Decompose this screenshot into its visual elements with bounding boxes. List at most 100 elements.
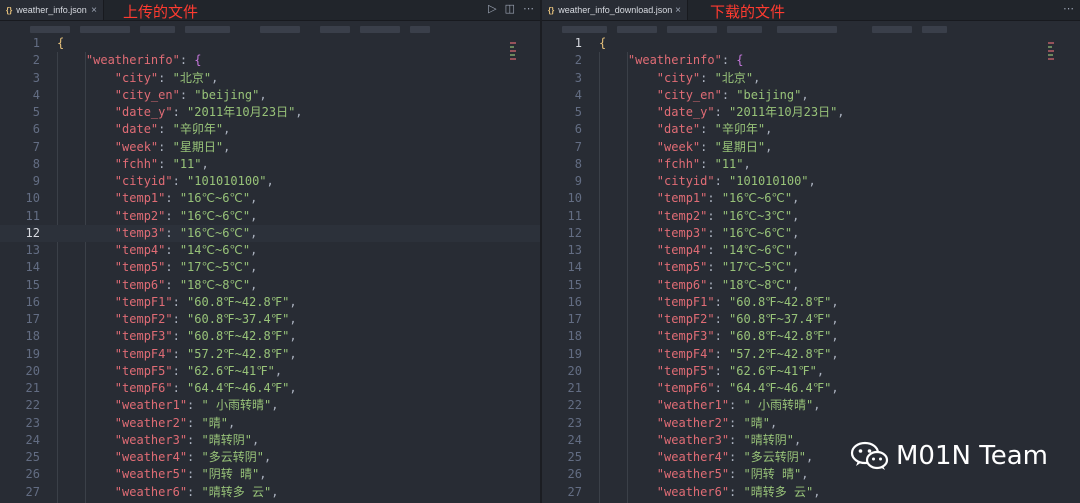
code-line[interactable]: 5 "date_y": "2011年10月23日", [0, 104, 540, 121]
code-line[interactable]: 13 "temp4": "14℃~6℃", [0, 242, 540, 259]
code-line[interactable]: 8 "fchh": "11", [542, 156, 1080, 173]
code-line[interactable]: 21 "tempF6": "64.4℉~46.4℉", [542, 380, 1080, 397]
json-value: "60.8℉~42.8℉" [729, 294, 832, 309]
code-line[interactable]: 2 "weatherinfo": { [0, 52, 540, 69]
code-line[interactable]: 9 "cityid": "101010100", [542, 173, 1080, 190]
code-line[interactable]: 4 "city_en": "beijing", [542, 87, 1080, 104]
code-line[interactable]: 14 "temp5": "17℃~5℃", [0, 259, 540, 276]
code-line[interactable]: 5 "date_y": "2011年10月23日", [542, 104, 1080, 121]
code-line[interactable]: 1{ [542, 35, 1080, 52]
tab-weather-info-download-json[interactable]: {} weather_info_download.json × [542, 0, 688, 20]
close-icon[interactable]: × [675, 5, 681, 16]
json-key: "temp3" [114, 225, 166, 240]
code-line[interactable]: 19 "tempF4": "57.2℉~42.8℉", [542, 346, 1080, 363]
code-line[interactable]: 27 "weather6": "晴转多 云", [0, 484, 540, 501]
code-line[interactable]: 20 "tempF5": "62.6℉~41℉", [542, 363, 1080, 380]
code-line[interactable]: 18 "tempF3": "60.8℉~42.8℉", [0, 328, 540, 345]
code-editor[interactable]: 1{2 "weatherinfo": {3 "city": "北京", 4 "ci… [0, 35, 540, 503]
code-line[interactable]: 7 "week": "星期日", [0, 139, 540, 156]
code-line[interactable]: 8 "fchh": "11", [0, 156, 540, 173]
code-line[interactable]: 10 "temp1": "16℃~6℃", [542, 190, 1080, 207]
json-value: "beijing" [736, 87, 802, 102]
line-number: 13 [567, 243, 582, 257]
json-key: "week" [114, 139, 159, 154]
json-key: "fchh" [114, 156, 159, 171]
json-key: "weather4" [656, 450, 730, 464]
line-number: 1 [574, 36, 582, 50]
tab-bar: {} weather_info_download.json × 下载的文件 ⋯ [542, 0, 1080, 21]
code-line[interactable]: 1{ [0, 35, 540, 52]
line-number: 8 [32, 156, 40, 171]
line-number: 6 [574, 122, 582, 137]
more-actions-icon[interactable]: ⋯ [1063, 2, 1074, 15]
code-line[interactable]: 10 "temp1": "16℃~6℃", [0, 190, 540, 207]
code-line[interactable]: 3 "city": "北京", [0, 70, 540, 87]
code-line[interactable]: 6 "date": "辛卯年", [0, 121, 540, 138]
minimap[interactable] [510, 40, 518, 100]
code-line[interactable]: 22 "weather1": " 小雨转晴", [0, 397, 540, 414]
code-line[interactable]: 16 "tempF1": "60.8℉~42.8℉", [0, 294, 540, 311]
json-key: "city_en" [114, 87, 180, 102]
json-key: "tempF6" [656, 381, 715, 395]
line-number: 16 [567, 294, 582, 309]
split-editor-icon[interactable]: ◫ [505, 2, 515, 15]
code-line[interactable]: 12 "temp3": "16℃~6℃", [542, 225, 1080, 242]
code-line[interactable]: 7 "week": "星期日", [542, 139, 1080, 156]
code-line[interactable]: 15 "temp6": "18℃~8℃", [0, 277, 540, 294]
code-line[interactable]: 3 "city": "北京", [542, 70, 1080, 87]
tab-label: weather_info.json [16, 5, 87, 15]
code-line[interactable]: 17 "tempF2": "60.8℉~37.4℉", [542, 311, 1080, 328]
json-key: "tempF6" [114, 381, 173, 395]
code-line[interactable]: 20 "tempF5": "62.6℉~41℉", [0, 363, 540, 380]
json-key: "temp6" [114, 277, 166, 292]
json-value: "星期日" [714, 139, 766, 154]
line-code: "temp6": "18℃~8℃", [114, 277, 258, 292]
minimap[interactable] [1048, 40, 1056, 100]
code-line[interactable]: 16 "tempF1": "60.8℉~42.8℉", [542, 294, 1080, 311]
line-code: "weather4": "多云转阴", [656, 450, 814, 464]
line-code: "temp1": "16℃~6℃", [656, 191, 800, 206]
code-line[interactable]: 6 "date": "辛卯年", [542, 121, 1080, 138]
line-number: 24 [567, 432, 582, 447]
json-key: "weather5" [656, 467, 730, 482]
line-number: 7 [32, 139, 40, 154]
code-line[interactable]: 11 "temp2": "16℃~6℃", [0, 208, 540, 225]
code-line[interactable]: 11 "temp2": "16℃~3℃", [542, 208, 1080, 225]
code-line[interactable]: 19 "tempF4": "57.2℉~42.8℉", [0, 346, 540, 363]
json-value: "60.8℉~37.4℉" [187, 312, 290, 326]
more-actions-icon[interactable]: ⋯ [523, 2, 534, 15]
code-line[interactable]: 14 "temp5": "17℃~5℃", [542, 259, 1080, 276]
code-line[interactable]: 17 "tempF2": "60.8℉~37.4℉", [0, 311, 540, 328]
json-key: "temp2" [656, 208, 708, 223]
code-line[interactable]: 23 "weather2": "晴", [542, 415, 1080, 432]
code-editor[interactable]: 1{2 "weatherinfo": {3 "city": "北京", 4 "ci… [542, 35, 1080, 503]
line-number: 3 [574, 70, 582, 85]
run-icon[interactable]: ▷ [488, 2, 496, 15]
code-line[interactable]: 13 "temp4": "14℃~6℃", [542, 242, 1080, 259]
line-code: "weather3": "晴转阴", [114, 432, 260, 447]
json-value: "北京" [172, 70, 212, 85]
code-line[interactable]: 18 "tempF3": "60.8℉~42.8℉", [542, 328, 1080, 345]
tab-weather-info-json[interactable]: {} weather_info.json × [0, 0, 104, 20]
json-value: "16℃~6℃" [179, 225, 251, 240]
code-line[interactable]: 24 "weather3": "晴转阴", [0, 432, 540, 449]
json-bracket: { [57, 36, 65, 50]
code-line[interactable]: 25 "weather4": "多云转阴", [0, 449, 540, 466]
tab-label: weather_info_download.json [558, 5, 673, 15]
close-icon[interactable]: × [91, 5, 97, 16]
json-key: "temp1" [656, 191, 708, 206]
code-line[interactable]: 2 "weatherinfo": { [542, 52, 1080, 69]
code-line[interactable]: 23 "weather2": "晴", [0, 415, 540, 432]
code-line[interactable]: 22 "weather1": " 小雨转晴", [542, 397, 1080, 414]
json-value: "64.4℉~46.4℉" [187, 381, 290, 395]
code-line[interactable]: 27 "weather6": "晴转多 云", [542, 484, 1080, 501]
code-line[interactable]: 12 "temp3": "16℃~6℃", [0, 224, 540, 242]
line-code: "week": "星期日", [114, 139, 231, 154]
code-line[interactable]: 21 "tempF6": "64.4℉~46.4℉", [0, 380, 540, 397]
code-line[interactable]: 26 "weather5": "阴转 晴", [0, 466, 540, 483]
json-value: "60.8℉~37.4℉" [729, 312, 832, 326]
code-line[interactable]: 4 "city_en": "beijing", [0, 87, 540, 104]
line-code: "date": "辛卯年", [656, 122, 773, 137]
code-line[interactable]: 15 "temp6": "18℃~8℃", [542, 277, 1080, 294]
code-line[interactable]: 9 "cityid": "101010100", [0, 173, 540, 190]
